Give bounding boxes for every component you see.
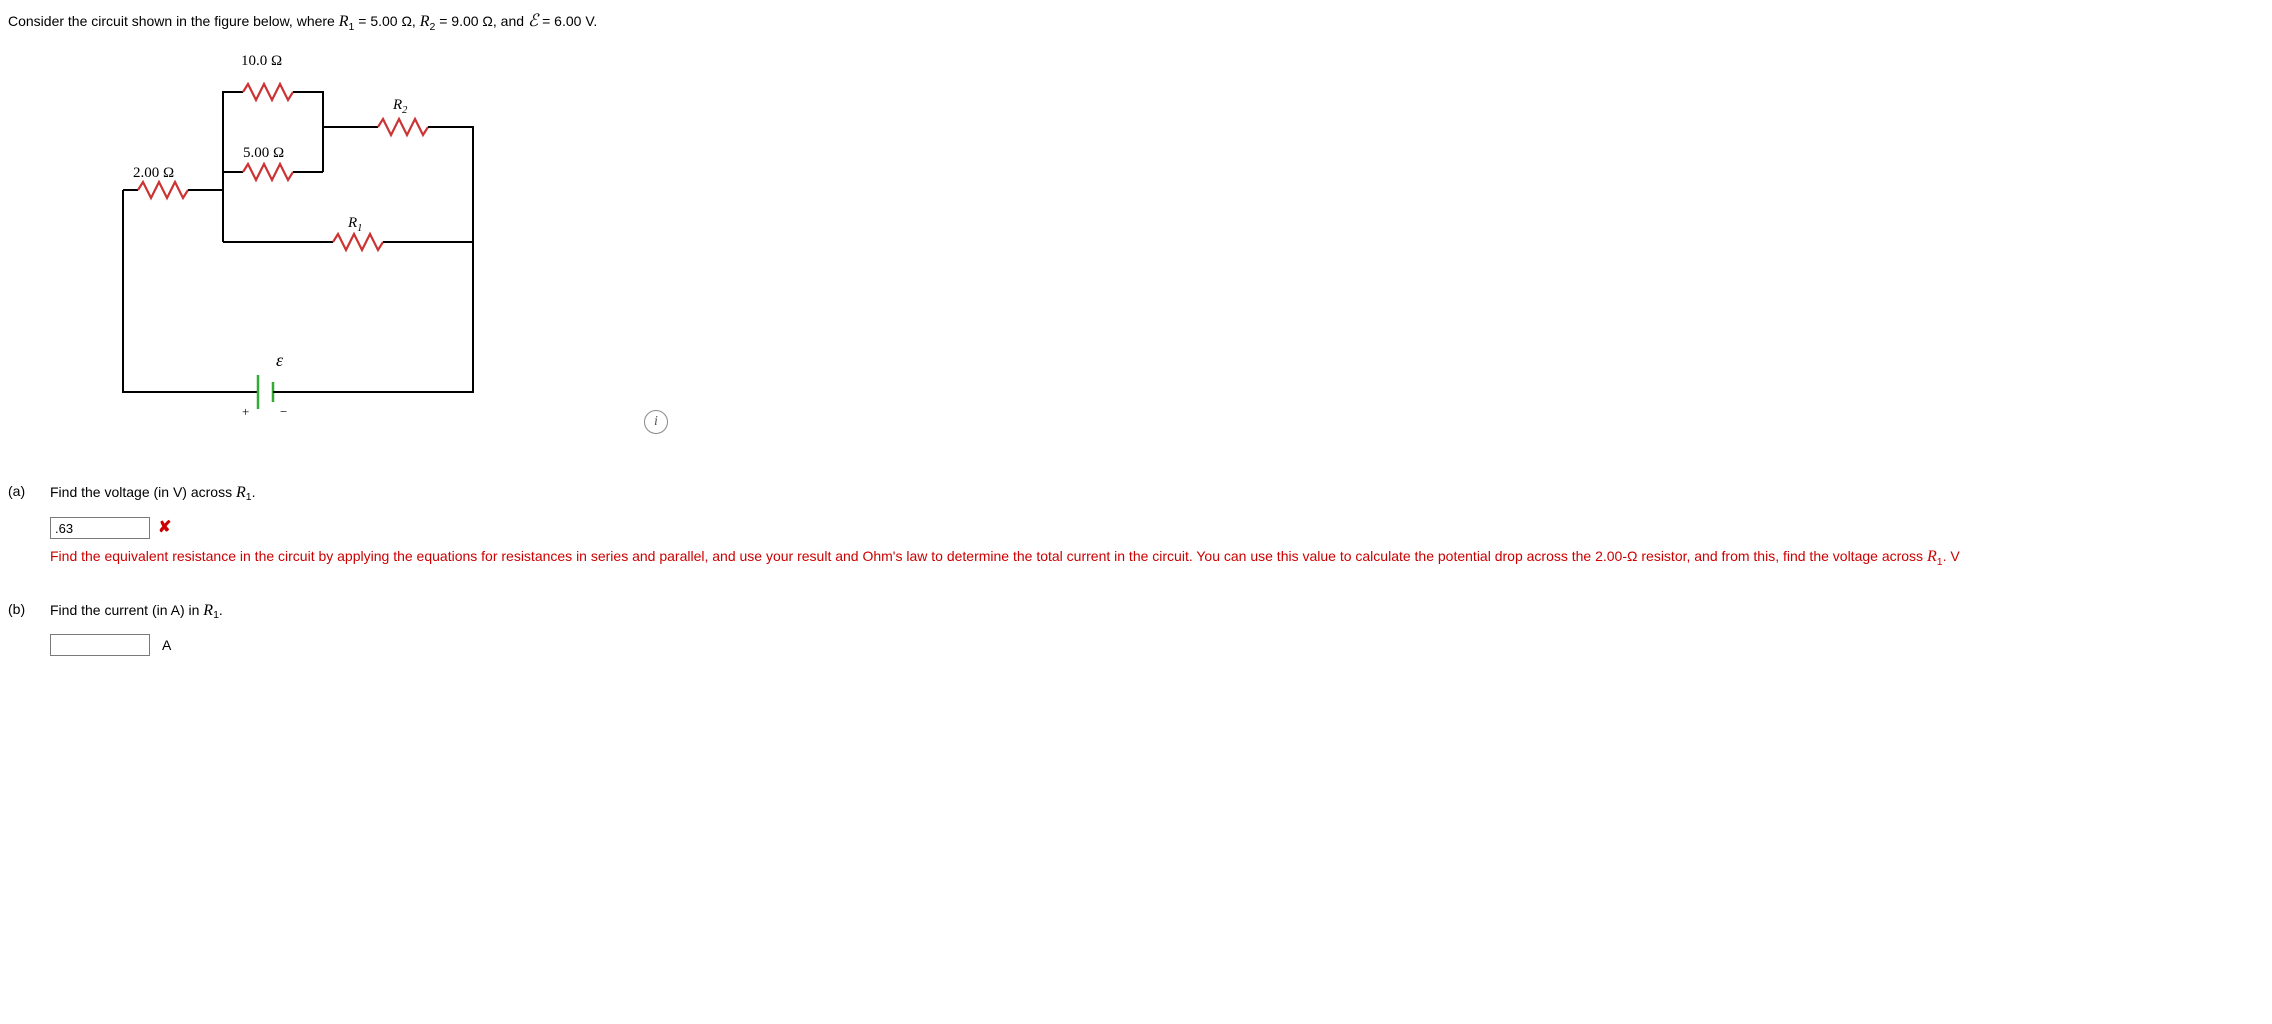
info-icon-glyph: i xyxy=(654,411,658,432)
label-10ohm: 10.0 Ω xyxy=(241,50,282,73)
label-emf: ε xyxy=(276,347,283,374)
part-b-label: (b) xyxy=(8,599,50,620)
part-b-unit: A xyxy=(162,635,171,656)
symbol-emf: ℰ xyxy=(528,11,538,30)
wrong-icon: ✘ xyxy=(158,516,171,540)
eq1-text: = 5.00 Ω, xyxy=(358,13,419,29)
part-a-feedback: Find the equivalent resistance in the ci… xyxy=(50,544,2264,571)
label-5ohm: 5.00 Ω xyxy=(243,142,284,165)
part-b-answer-input[interactable] xyxy=(50,634,150,656)
circuit-figure: 10.0 Ω 5.00 Ω 2.00 Ω R2 R1 ε + − i xyxy=(108,42,708,447)
intro-text: Consider the circuit shown in the figure… xyxy=(8,13,339,29)
label-plus: + xyxy=(242,402,249,422)
part-a-label: (a) xyxy=(8,481,50,502)
circuit-svg xyxy=(108,42,508,447)
symbol-R2-sub: 2 xyxy=(429,21,435,33)
symbol-R1-sub: 1 xyxy=(349,21,355,33)
eq2-text: = 9.00 Ω, and xyxy=(439,13,528,29)
info-icon[interactable]: i xyxy=(644,410,668,434)
part-b-prompt: Find the current (in A) in R1. xyxy=(50,599,2264,625)
label-2ohm: 2.00 Ω xyxy=(133,162,174,185)
problem-statement: Consider the circuit shown in the figure… xyxy=(8,8,2264,36)
label-minus: − xyxy=(280,402,287,422)
label-R2: R2 xyxy=(393,94,407,119)
eq3-text: = 6.00 V. xyxy=(542,13,597,29)
part-b: (b) Find the current (in A) in R1. A xyxy=(8,599,2264,657)
part-a: (a) Find the voltage (in V) across R1. ✘… xyxy=(8,481,2264,571)
label-R1: R1 xyxy=(348,212,362,237)
part-a-answer-input[interactable] xyxy=(50,517,150,539)
part-a-prompt: Find the voltage (in V) across R1. xyxy=(50,481,2264,507)
symbol-R1: R xyxy=(339,13,349,30)
